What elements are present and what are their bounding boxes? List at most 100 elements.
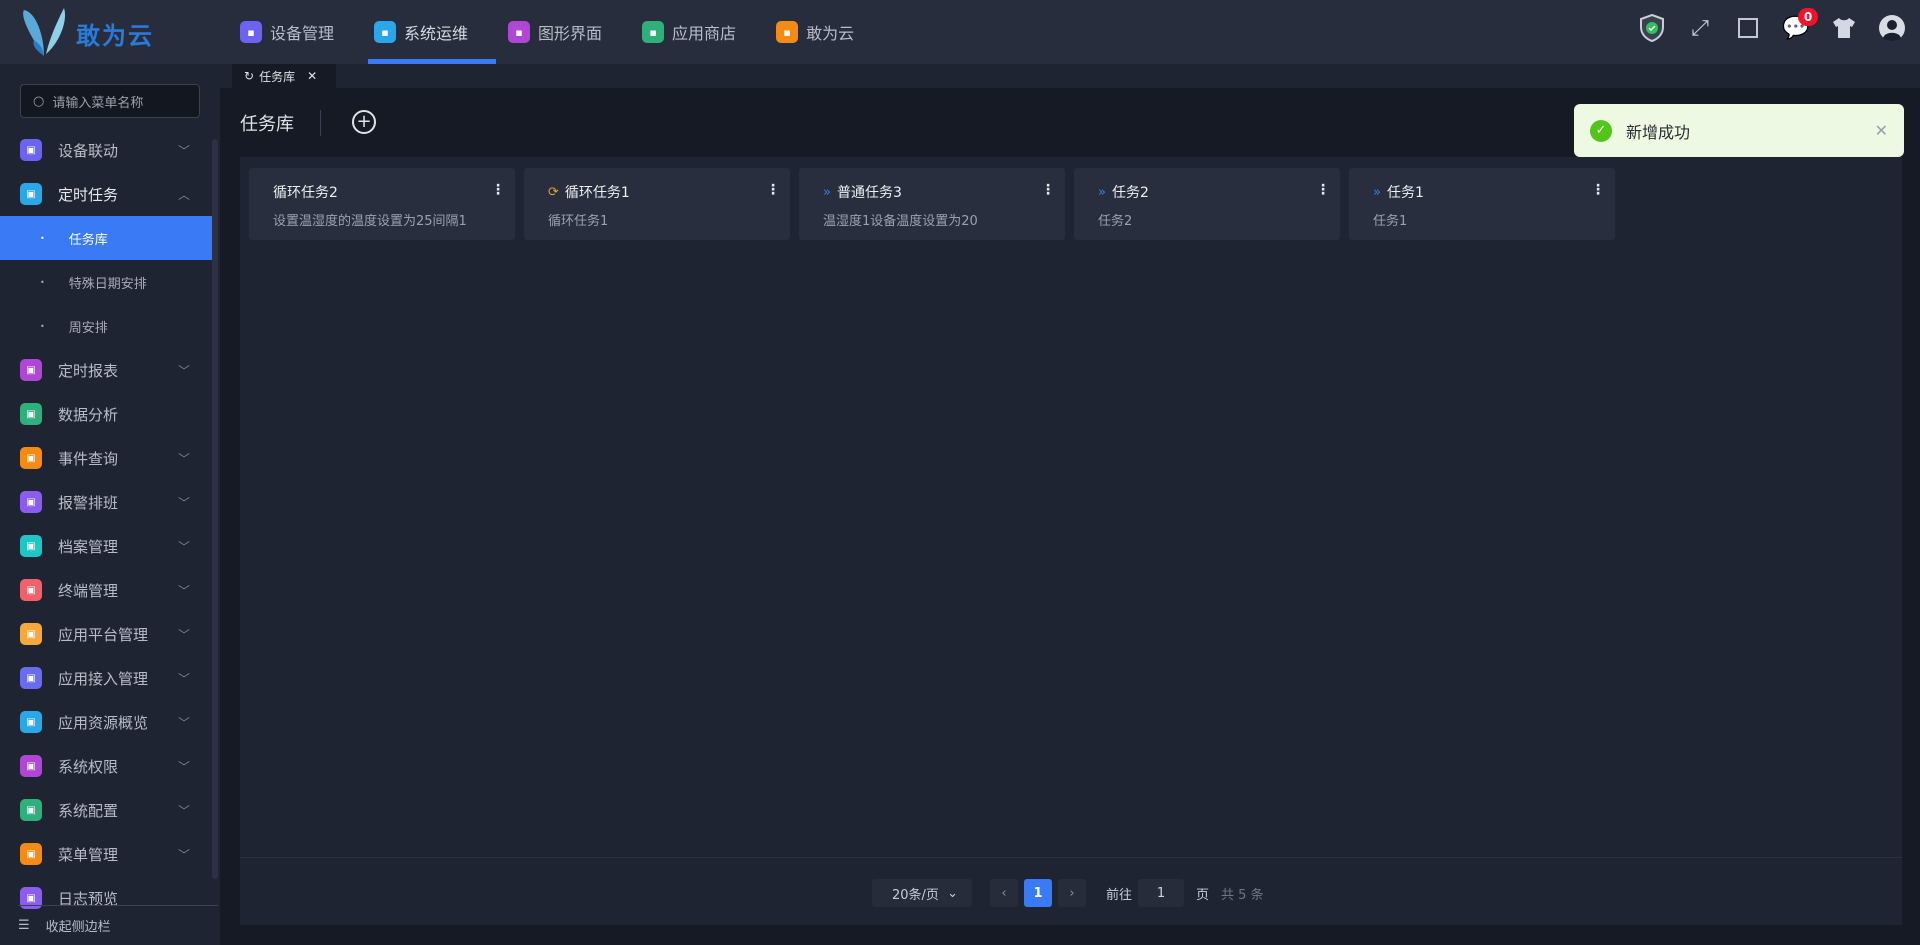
sidebar-subitem-label: 任务库 — [68, 232, 108, 248]
sidebar-item[interactable]: ▣ 数据分析 — [0, 392, 212, 436]
menu-icon: ▣ — [20, 403, 42, 425]
tab-bar: ↻ 任务库 ✕ — [220, 64, 1920, 88]
sidebar-item-label: 应用接入管理 — [58, 669, 149, 688]
prev-page-button[interactable]: ‹ — [990, 879, 1018, 907]
security-shield-icon[interactable] — [1638, 14, 1666, 42]
more-menu-icon[interactable]: ⋮ — [491, 182, 505, 198]
sidebar-item[interactable]: ▣ 定时任务 ︿ — [0, 172, 212, 216]
tab-task-library[interactable]: ↻ 任务库 ✕ — [232, 64, 336, 88]
menu-search-input[interactable]: ○ 请输入菜单名称 — [20, 84, 200, 118]
page-size-select[interactable]: 20条/页 ⌄ — [872, 879, 972, 907]
sidebar-menu: ▣ 设备联动 ﹀ ▣ 定时任务 ︿ 任务库特殊日期安排周安排 ▣ 定时报表 ﹀ ▣ 数据分析 ▣ 事件查询… — [0, 128, 212, 920]
chevron-down-icon: ﹀ — [177, 759, 190, 774]
pagination: 20条/页 ⌄ ‹ 1 › 前往 1 页 共 5 条 — [872, 879, 1264, 907]
chevron-up-icon: ︿ — [177, 187, 190, 202]
task-card[interactable]: » 任务1 任务1 ⋮ — [1349, 168, 1615, 240]
topnav-item[interactable]: ▪ 图形界面 — [508, 0, 616, 64]
menu-icon: ▣ — [20, 139, 42, 161]
close-toast-icon[interactable]: ✕ — [1875, 121, 1888, 140]
sidebar-item-label: 系统权限 — [58, 757, 119, 776]
topnav-icon: ▪ — [642, 21, 665, 43]
search-icon: ○ — [33, 93, 45, 109]
screen-frame-icon[interactable] — [1734, 14, 1762, 42]
sidebar-item-label: 报警排班 — [58, 493, 119, 512]
collapse-label: 收起侧边栏 — [45, 920, 111, 935]
task-description: 任务2 — [1098, 214, 1133, 229]
top-header: 敢为云 GANWEIYUN ▪ 设备管理 ▪ 系统运维 ▪ 图形界面 ▪ 应用商店 ▪ 敢为云 ⤢… — [0, 0, 1920, 73]
sidebar-scrollbar[interactable] — [212, 139, 218, 879]
sidebar-item[interactable]: ▣ 系统配置 ﹀ — [0, 788, 212, 832]
task-card[interactable]: » 任务2 任务2 ⋮ — [1074, 168, 1340, 240]
user-avatar[interactable] — [1878, 14, 1906, 42]
sidebar-item[interactable]: ▣ 报警排班 ﹀ — [0, 480, 212, 524]
chevron-down-icon: ﹀ — [177, 803, 190, 818]
more-menu-icon[interactable]: ⋮ — [766, 182, 780, 198]
sidebar-item[interactable]: ▣ 事件查询 ﹀ — [0, 436, 212, 480]
menu-icon: ▣ — [20, 447, 42, 469]
task-card[interactable]: ⟳ 循环任务1 循环任务1 ⋮ — [524, 168, 790, 240]
total-count: 共 5 条 — [1221, 887, 1264, 903]
topnav-item[interactable]: ▪ 系统运维 — [368, 0, 497, 64]
topnav-label: 应用商店 — [672, 24, 737, 43]
sidebar-item-label: 应用平台管理 — [58, 625, 149, 644]
sidebar-subitem[interactable]: 任务库 — [0, 216, 212, 260]
next-page-button[interactable]: › — [1058, 879, 1086, 907]
task-card[interactable]: » 普通任务3 温湿度1设备温度设置为20 ⋮ — [799, 168, 1065, 240]
sidebar-item[interactable]: ▣ 菜单管理 ﹀ — [0, 832, 212, 876]
sidebar-item[interactable]: ▣ 应用接入管理 ﹀ — [0, 656, 212, 700]
menu-icon: ▣ — [20, 843, 42, 865]
sidebar-subitem[interactable]: 周安排 — [0, 304, 212, 348]
sidebar-item[interactable]: ▣ 终端管理 ﹀ — [0, 568, 212, 612]
fullscreen-icon[interactable]: ⤢ — [1686, 14, 1714, 42]
topnav-label: 系统运维 — [404, 24, 469, 43]
page-1-button[interactable]: 1 — [1024, 879, 1052, 907]
sidebar-subitem-label: 特殊日期安排 — [68, 276, 147, 292]
collapse-sidebar-button[interactable]: ☰ 收起侧边栏 — [18, 905, 218, 945]
add-task-button[interactable]: + — [352, 110, 376, 134]
chevron-down-icon: ﹀ — [177, 671, 190, 686]
task-title: 循环任务2 — [273, 185, 338, 201]
refresh-icon[interactable]: ↻ — [244, 69, 254, 83]
chevron-down-icon: ﹀ — [177, 627, 190, 642]
more-menu-icon[interactable]: ⋮ — [1591, 182, 1605, 198]
message-count-badge: 0 — [1798, 8, 1818, 26]
more-menu-icon[interactable]: ⋮ — [1041, 182, 1055, 198]
sidebar-item[interactable]: ▣ 设备联动 ﹀ — [0, 128, 212, 172]
menu-icon: ▣ — [20, 491, 42, 513]
topnav-item[interactable]: ▪ 敢为云 — [776, 0, 868, 64]
task-card[interactable]: 循环任务2 设置温湿度的温度设置为25间隔1 ⋮ — [249, 168, 515, 240]
task-title: 循环任务1 — [564, 185, 630, 201]
theme-shirt-icon[interactable] — [1830, 14, 1858, 42]
task-description: 任务1 — [1373, 214, 1408, 229]
sidebar-item-label: 定时报表 — [58, 361, 119, 380]
chevron-down-icon: ⌄ — [947, 885, 958, 901]
sidebar-subitem[interactable]: 特殊日期安排 — [0, 260, 212, 304]
chevron-down-icon: ﹀ — [177, 539, 190, 554]
collapse-icon: ☰ — [18, 918, 30, 933]
more-menu-icon[interactable]: ⋮ — [1316, 182, 1330, 198]
sidebar-item-label: 数据分析 — [58, 405, 119, 424]
chevron-down-icon: ﹀ — [177, 495, 190, 510]
chevron-down-icon: ﹀ — [177, 715, 190, 730]
sidebar-item[interactable]: ▣ 档案管理 ﹀ — [0, 524, 212, 568]
sidebar-item[interactable]: ▣ 定时报表 ﹀ — [0, 348, 212, 392]
title-divider — [320, 110, 321, 136]
sidebar-item[interactable]: ▣ 系统权限 ﹀ — [0, 744, 212, 788]
topnav-item[interactable]: ▪ 设备管理 — [240, 0, 348, 64]
goto-page-input[interactable]: 1 — [1138, 879, 1185, 907]
sidebar-item[interactable]: ▣ 应用资源概览 ﹀ — [0, 700, 212, 744]
close-tab-icon[interactable]: ✕ — [307, 69, 317, 83]
menu-icon: ▣ — [20, 359, 42, 381]
sidebar-item-label: 终端管理 — [58, 581, 119, 600]
sidebar-item[interactable]: ▣ 应用平台管理 ﹀ — [0, 612, 212, 656]
chevrons-icon: » — [1373, 184, 1381, 200]
chevrons-icon: » — [1098, 184, 1106, 200]
loop-icon: ⟳ — [548, 184, 559, 200]
topnav-icon: ▪ — [508, 21, 531, 43]
tab-label: 任务库 — [259, 69, 296, 84]
sidebar-item-label: 事件查询 — [58, 449, 119, 468]
topnav-item[interactable]: ▪ 应用商店 — [642, 0, 750, 64]
success-toast: ✓ 新增成功 ✕ — [1574, 104, 1904, 157]
success-check-icon: ✓ — [1590, 119, 1612, 142]
message-icon[interactable]: 💬 0 — [1782, 8, 1818, 42]
